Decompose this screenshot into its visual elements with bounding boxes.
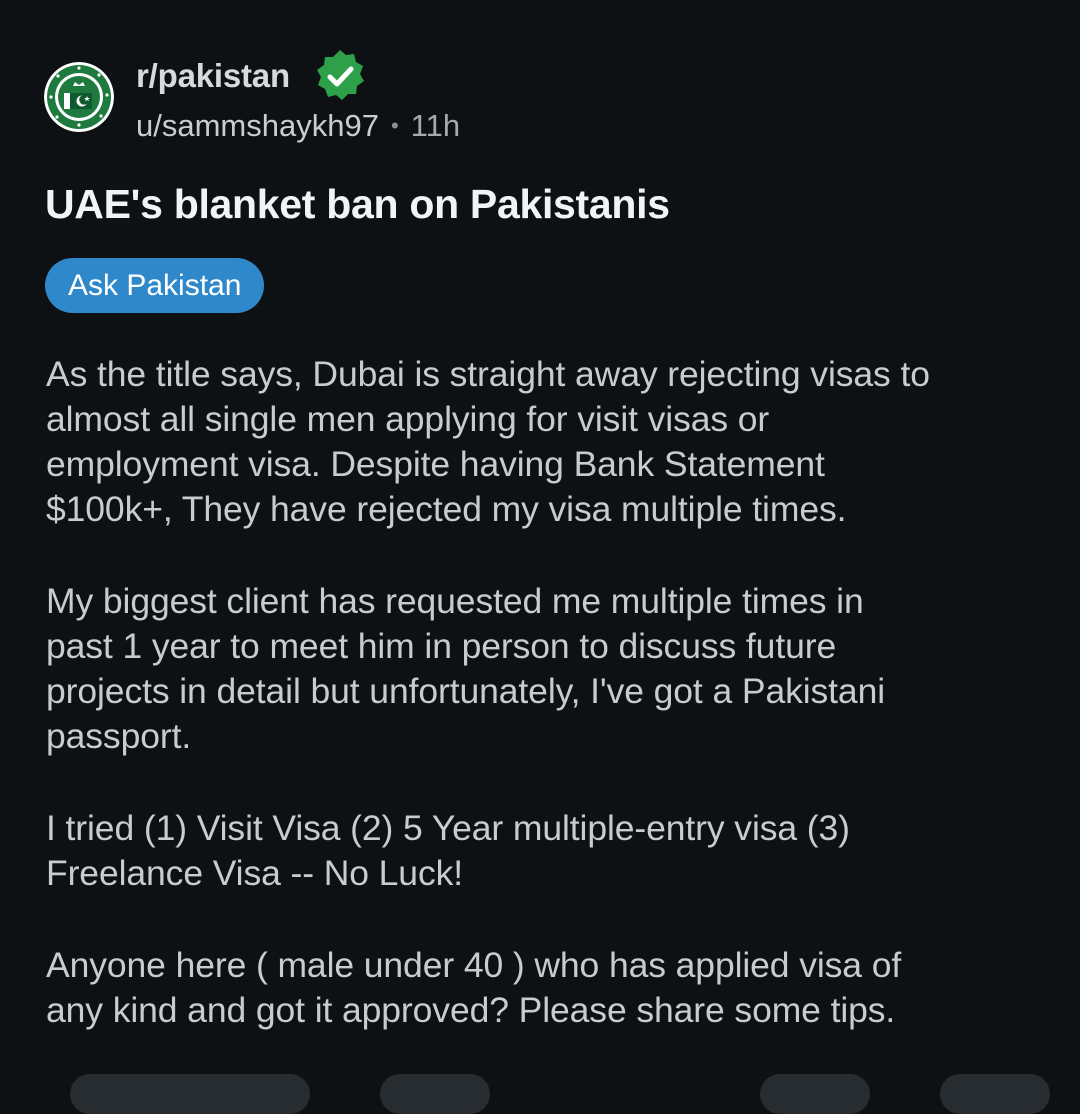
body-paragraph: My biggest client has requested me multi… (46, 579, 1046, 759)
author-username[interactable]: u/sammshaykh97 (136, 108, 379, 144)
body-line: As the title says, Dubai is straight awa… (46, 354, 930, 394)
body-line: passport. (46, 716, 192, 756)
subreddit-avatar-icon[interactable] (44, 62, 114, 132)
post-title[interactable]: UAE's blanket ban on Pakistanis (45, 178, 1045, 230)
body-line: My biggest client has requested me multi… (46, 581, 864, 621)
vote-button[interactable] (70, 1074, 310, 1114)
body-line: past 1 year to meet him in person to dis… (46, 626, 837, 666)
post-actions-bar (60, 1074, 1050, 1114)
post-body: As the title says, Dubai is straight awa… (46, 352, 1046, 1080)
body-line: employment visa. Despite having Bank Sta… (46, 444, 825, 484)
body-paragraph: Anyone here ( male under 40 ) who has ap… (46, 943, 1046, 1033)
post-flair[interactable]: Ask Pakistan (45, 258, 265, 313)
subreddit-name[interactable]: r/pakistan (136, 57, 290, 95)
author-row: u/sammshaykh97 • 11h (136, 106, 460, 146)
body-line: projects in detail but unfortunately, I'… (46, 671, 886, 711)
post-age: 11h (410, 108, 461, 143)
verified-check-icon (312, 48, 368, 104)
subreddit-row: r/pakistan (136, 50, 368, 100)
award-button[interactable] (760, 1074, 870, 1114)
body-line: Anyone here ( male under 40 ) who has ap… (46, 945, 902, 985)
body-paragraph: I tried (1) Visit Visa (2) 5 Year multip… (46, 806, 1046, 896)
body-line: almost all single men applying for visit… (46, 399, 770, 439)
separator-dot: • (390, 113, 399, 138)
body-line: Freelance Visa -- No Luck! (46, 853, 464, 893)
body-line: any kind and got it approved? Please sha… (46, 990, 896, 1030)
body-paragraph: As the title says, Dubai is straight awa… (46, 352, 1046, 532)
body-line: $100k+, They have rejected my visa multi… (46, 489, 847, 529)
body-line: I tried (1) Visit Visa (2) 5 Year multip… (46, 808, 850, 848)
post-container: r/pakistan u/sammshaykh97 • 11h UAE's bl… (0, 0, 1080, 1114)
comments-button[interactable] (380, 1074, 490, 1114)
share-button[interactable] (940, 1074, 1050, 1114)
